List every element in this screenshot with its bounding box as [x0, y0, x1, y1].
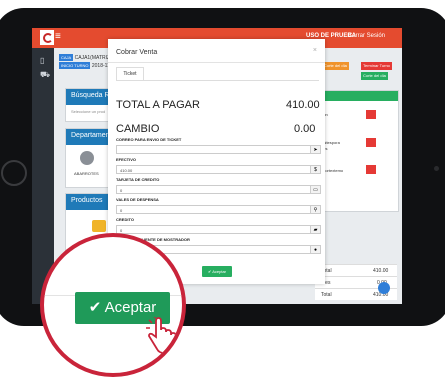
correo-input[interactable] [116, 145, 312, 154]
cart-panel-header [316, 91, 398, 101]
menu-icon[interactable]: ≡ [55, 31, 61, 42]
abarrotes-label[interactable]: ABARROTES [74, 171, 99, 176]
logout-link[interactable]: Cerrar Sesión [348, 33, 385, 39]
correo-label: CORREO PARA ENVIO DE TICKET [116, 137, 182, 142]
cart-panel [315, 90, 399, 212]
product-icon[interactable] [92, 220, 106, 232]
caja-value: CAJA1(MATRIZ) [74, 55, 112, 61]
abarrotes-icon[interactable] [80, 151, 94, 165]
total-a-pagar-value: 410.00 [286, 99, 320, 111]
total-a-pagar-label: TOTAL A PAGAR [116, 99, 200, 111]
turno-badge: INICIO TURNO [59, 62, 91, 69]
document-icon[interactable]: ▯ [40, 56, 44, 65]
accept-button-small[interactable]: ✔ Aceptar [202, 266, 232, 277]
app-logo [40, 30, 54, 45]
hand-pointer-icon [146, 317, 177, 354]
terminar-turno-button[interactable]: Terminar Turno [361, 62, 392, 70]
credito-input[interactable]: 0 [116, 225, 312, 234]
tab-underline [116, 80, 319, 81]
efectivo-label: EFECTIVO [116, 157, 137, 162]
cart-icon[interactable]: ⛟ [40, 70, 50, 80]
card-icon: ▭ [310, 185, 321, 194]
chat-icon[interactable] [378, 282, 390, 294]
tab-ticket[interactable]: Ticket [116, 67, 144, 81]
tarjeta-input[interactable]: 0 [116, 185, 312, 194]
cambio-value: 0.00 [294, 123, 316, 135]
total-row: Total 410.00 [315, 264, 397, 276]
remove-item-button-3[interactable] [366, 165, 376, 174]
efectivo-input[interactable]: 410.00 [116, 165, 312, 174]
send-icon[interactable]: ➤ [310, 145, 321, 154]
folder-icon: ▰ [310, 225, 321, 234]
credito-label: CREDITO [116, 217, 134, 222]
cambio-label: CAMBIO [116, 123, 160, 135]
tag-icon: ⚲ [310, 205, 321, 214]
corte-dia-button[interactable]: Corte del día [322, 62, 349, 70]
zoom-magnifier: ✔ Aceptar [40, 233, 186, 377]
home-button [1, 160, 27, 186]
modal-divider [108, 62, 325, 63]
close-icon[interactable]: × [313, 47, 317, 54]
dollar-icon: $ [310, 165, 321, 174]
grand-total-label: Total [321, 292, 332, 298]
caja-info: CAJA CAJA1(MATRIZ) INICIO TURNO 2018-11- [59, 54, 112, 70]
tarjeta-label: TARJETA DE CREDITO [116, 177, 160, 182]
caja-badge: CAJA [59, 54, 74, 61]
camera-dot [434, 166, 439, 171]
total-value: 410.00 [373, 268, 389, 274]
remove-item-button-2[interactable] [366, 138, 376, 147]
vales-input[interactable]: 0 [116, 205, 312, 214]
modal-title: Cobrar Venta [116, 49, 158, 56]
user-icon[interactable]: ● [310, 245, 321, 254]
remove-item-button-1[interactable] [366, 110, 376, 119]
corte-dia-green-button[interactable]: Corte del día [361, 72, 388, 80]
vales-label: VALES DE DESPENSA [116, 197, 159, 202]
